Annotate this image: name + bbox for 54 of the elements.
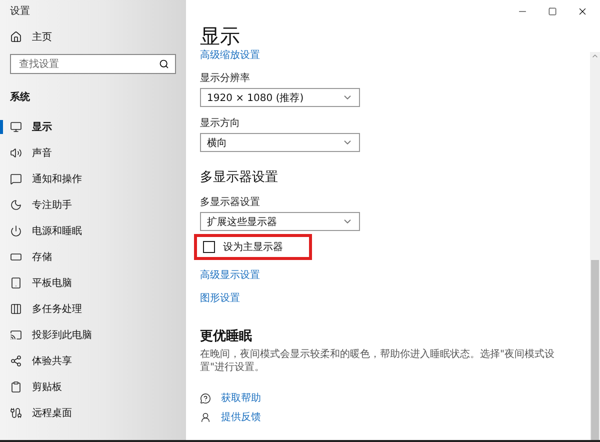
close-icon xyxy=(576,6,588,16)
dropdown[interactable]: 横向 xyxy=(200,133,360,152)
rectangle-icon xyxy=(10,251,22,263)
sidebar-item[interactable]: 声音 xyxy=(0,140,186,166)
columns-icon xyxy=(10,303,22,315)
field-label: 多显示器设置 xyxy=(200,196,260,209)
help-link[interactable]: 获取帮助 xyxy=(221,391,261,405)
chevron-up-icon xyxy=(591,52,599,60)
search-input[interactable]: 查找设置 xyxy=(17,58,159,70)
monitor-icon xyxy=(10,121,22,133)
settings-link[interactable]: 高级显示设置 xyxy=(200,268,260,282)
speaker-icon xyxy=(10,147,22,159)
share-icon xyxy=(10,355,22,367)
field-label: 显示分辨率 xyxy=(200,72,250,85)
person-icon xyxy=(200,412,211,422)
settings-link[interactable]: 图形设置 xyxy=(200,291,240,305)
sidebar-item[interactable]: 显示 xyxy=(0,114,186,140)
clipboard-icon xyxy=(10,381,22,393)
sidebar-item[interactable]: 剪贴板 xyxy=(0,374,186,400)
checkbox[interactable] xyxy=(203,241,215,253)
sidebar-item[interactable]: 投影到此电脑 xyxy=(0,322,186,348)
message-icon xyxy=(10,173,22,185)
dropdown[interactable]: 1920 × 1080 (推荐) xyxy=(200,88,360,107)
sidebar-item[interactable]: 平板电脑 xyxy=(0,270,186,296)
cast-icon xyxy=(10,329,22,341)
home-nav-item[interactable]: 主页 xyxy=(0,24,186,50)
scrollbar[interactable] xyxy=(590,52,600,440)
maximize-icon xyxy=(548,6,556,16)
section-heading: 多显示器设置 xyxy=(200,169,278,186)
sidebar-item[interactable]: 体验共享 xyxy=(0,348,186,374)
moon-icon xyxy=(10,199,22,211)
dropdown[interactable]: 扩展这些显示器 xyxy=(200,212,360,231)
sidebar-item[interactable]: 通知和操作 xyxy=(0,166,186,192)
page-title: 显示 xyxy=(200,24,240,48)
sidebar-item[interactable]: 远程桌面 xyxy=(0,400,186,426)
power-icon xyxy=(10,225,22,237)
section-heading: 系统 xyxy=(9,90,31,105)
field-label: 显示方向 xyxy=(200,116,240,130)
home-icon xyxy=(10,31,22,43)
help-icon xyxy=(200,392,211,404)
scaling-link[interactable]: 高级缩放设置 xyxy=(200,48,260,62)
checkbox-label: 设为主显示器 xyxy=(223,240,283,254)
sidebar-item[interactable]: 电源和睡眠 xyxy=(0,218,186,244)
sidebar-item[interactable]: 专注助手 xyxy=(0,192,186,218)
sidebar-item[interactable]: 多任务处理 xyxy=(0,296,186,322)
description-text: 在晚间，夜间模式会显示较柔和的暖色，帮助你进入睡眠状态。选择"夜间模式设置"进行设置。 xyxy=(200,348,556,374)
window-title: 设置 xyxy=(9,4,31,19)
search-field[interactable]: 查找设置 xyxy=(10,54,176,74)
sidebar-item[interactable]: 存储 xyxy=(0,244,186,270)
help-link[interactable]: 提供反馈 xyxy=(221,410,261,424)
section-heading: 更优睡眠 xyxy=(200,328,252,345)
cable-icon xyxy=(10,407,22,419)
search-icon xyxy=(159,59,169,69)
tablet-icon xyxy=(10,277,22,289)
